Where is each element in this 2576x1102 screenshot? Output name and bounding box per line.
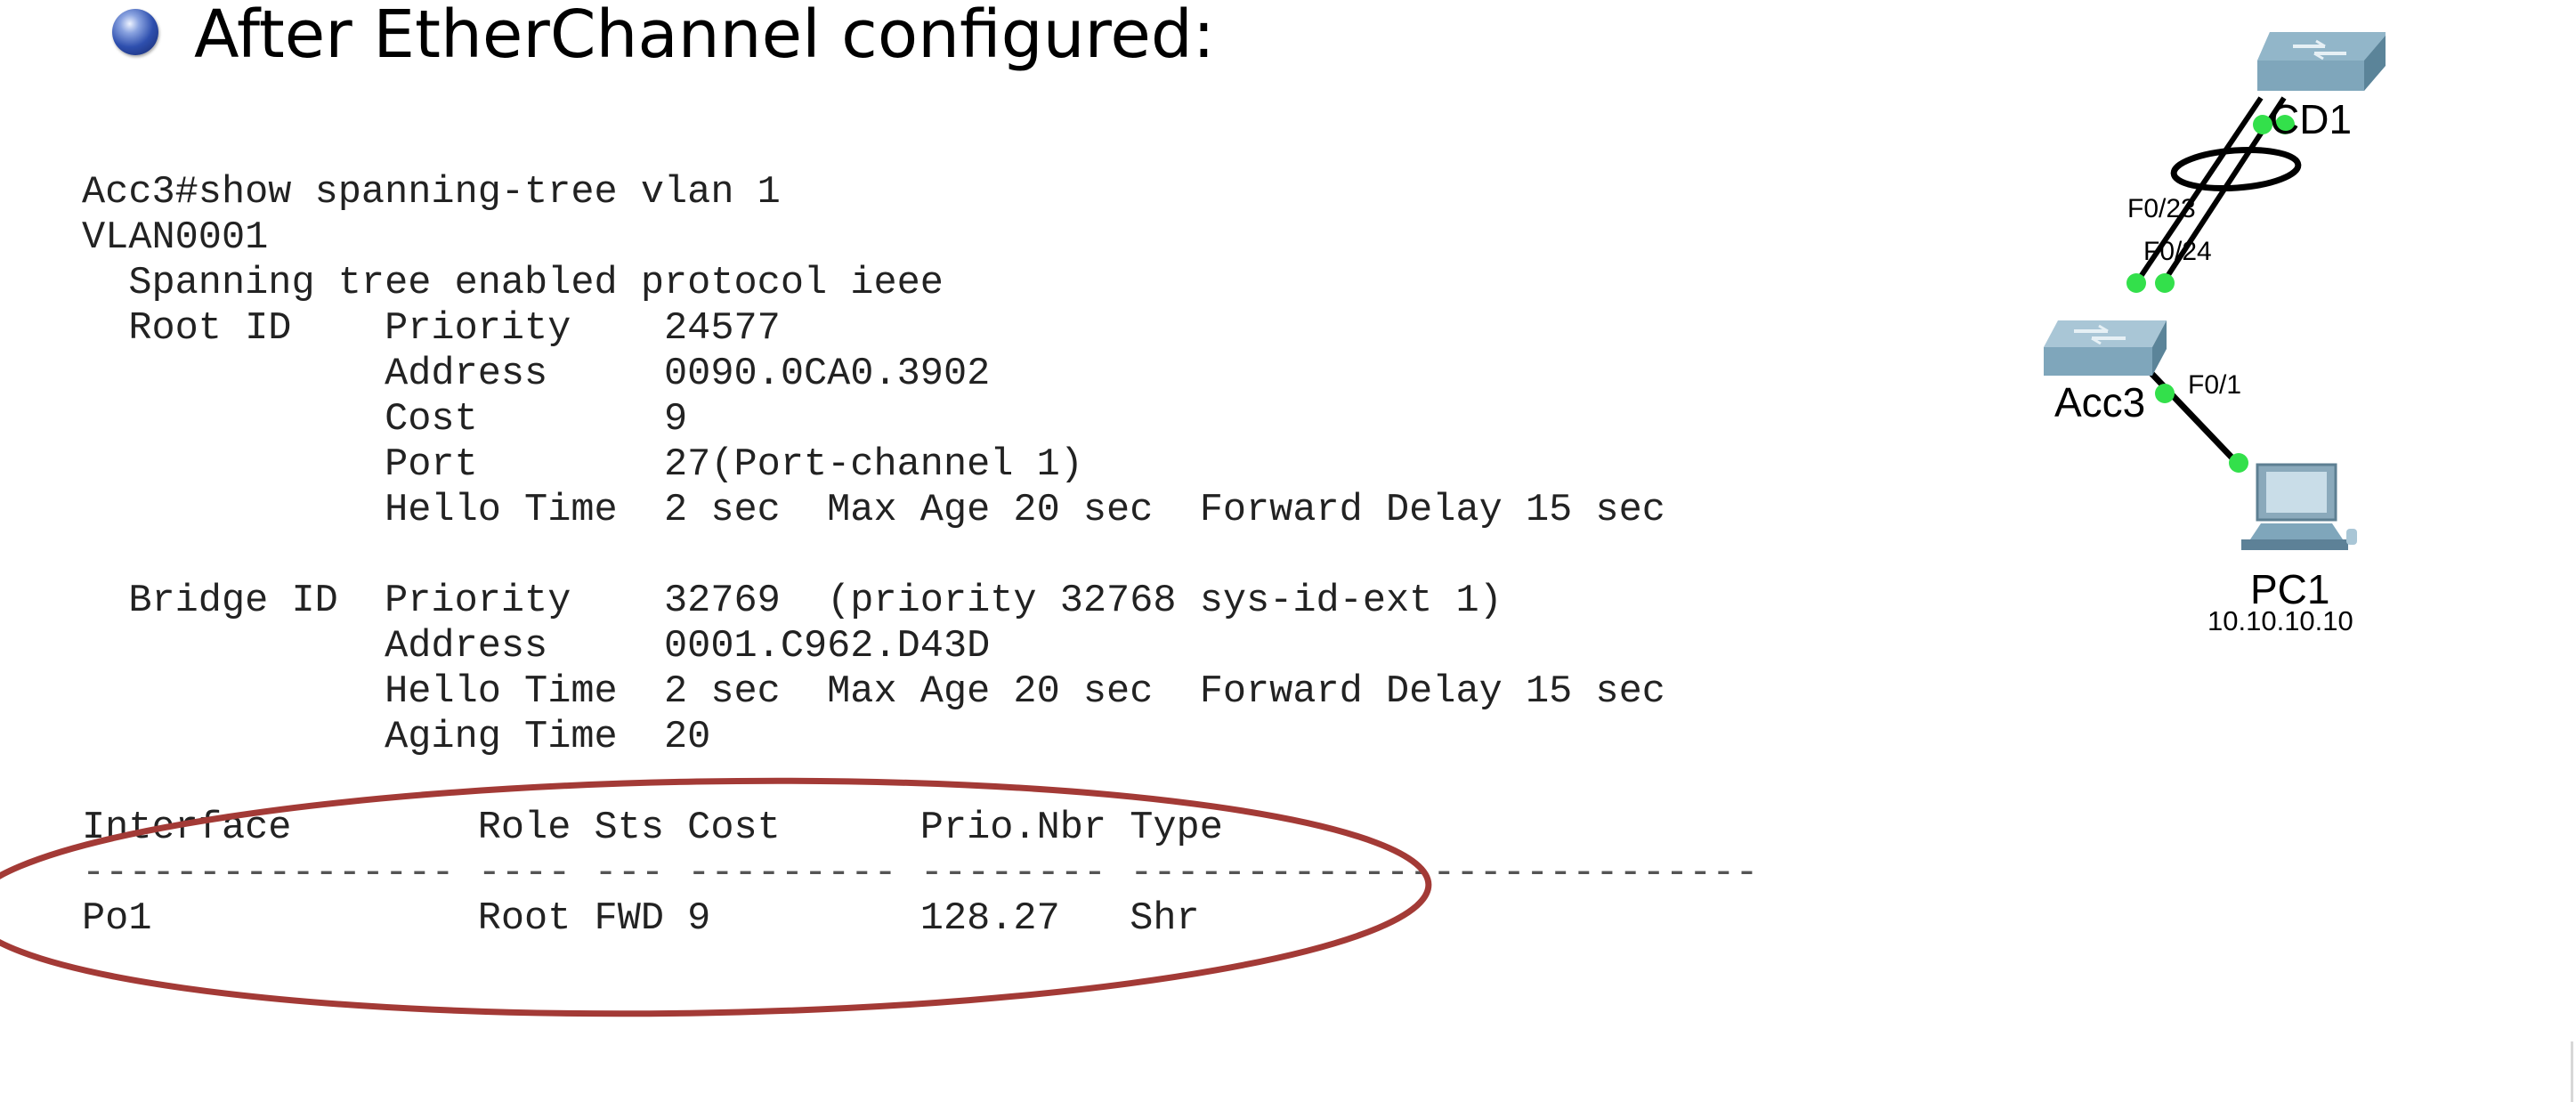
port-label-f023: F0/23 — [2127, 194, 2196, 223]
topology-diagram: CD1 F0/23 F0/24 Acc3 F0/1 PC1 10.10.10.1… — [2044, 32, 2386, 636]
port-label-f01: F0/1 — [2188, 370, 2241, 400]
page-edge-divider — [2571, 1041, 2573, 1102]
switch-icon-cd1[interactable] — [2257, 32, 2386, 91]
device-label-cd1: CD1 — [2270, 96, 2352, 142]
pc-icon-pc1[interactable] — [2241, 463, 2357, 550]
highlight-ellipse — [0, 777, 1432, 1017]
device-label-acc3: Acc3 — [2054, 379, 2145, 425]
link-status-dot — [2229, 453, 2248, 473]
link-status-dot — [2126, 273, 2146, 293]
port-label-f024: F0/24 — [2143, 237, 2212, 266]
link-status-dot — [2155, 273, 2175, 293]
pc-ip-label: 10.10.10.10 — [2207, 605, 2353, 636]
link-status-dot — [2155, 384, 2175, 403]
switch-icon-acc3[interactable] — [2044, 320, 2167, 376]
